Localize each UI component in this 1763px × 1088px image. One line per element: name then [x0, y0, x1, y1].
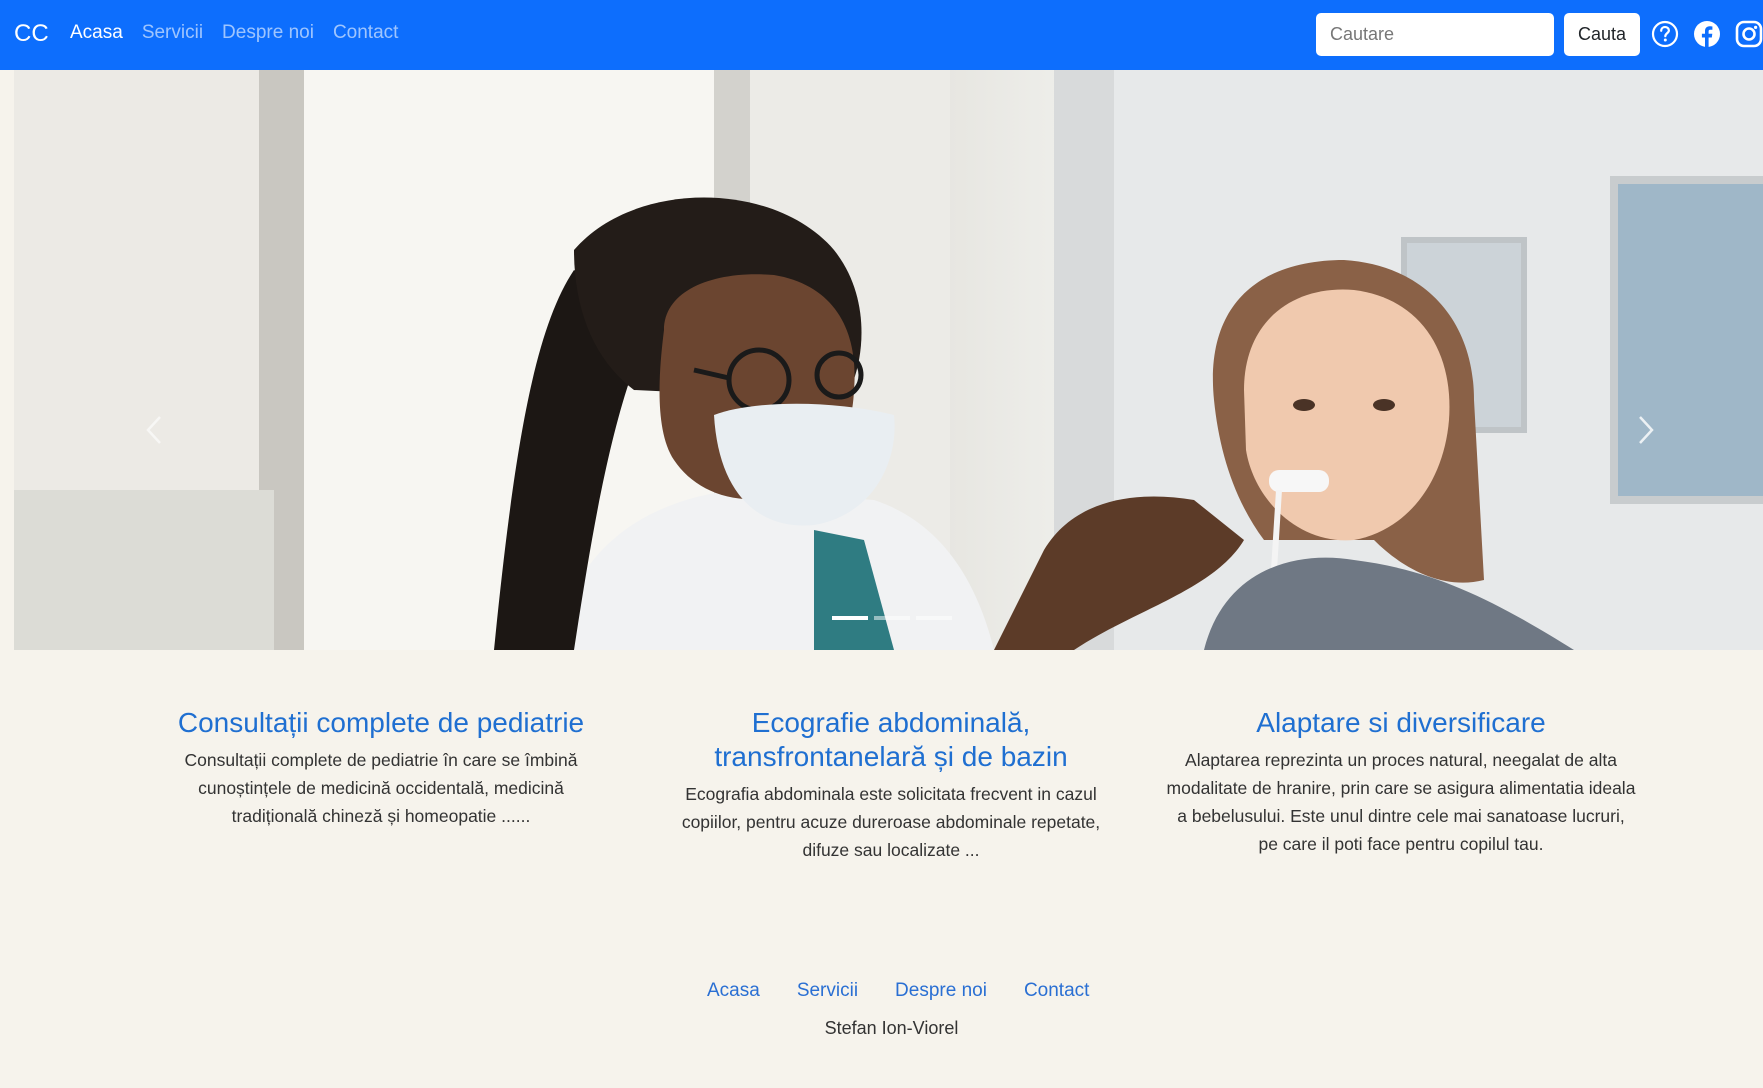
feature-alaptare: Alaptare si diversificare Alaptarea repr…: [1166, 706, 1636, 858]
hero-carousel: [14, 70, 1763, 650]
carousel-indicator-3[interactable]: [916, 616, 952, 620]
footer-links: Acasa Servicii Despre noi Contact: [707, 980, 1089, 1002]
hero-image: [14, 70, 1763, 650]
feature-title[interactable]: Consultații complete de pediatrie: [156, 706, 606, 740]
carousel-indicators: [832, 616, 952, 620]
feature-text: Consultații complete de pediatrie în car…: [184, 750, 578, 826]
footer-author: Stefan Ion-Viorel: [824, 1018, 959, 1038]
footer-link-servicii[interactable]: Servicii: [797, 980, 858, 1002]
search-button[interactable]: Cauta: [1564, 13, 1640, 56]
nav-link-acasa[interactable]: Acasa: [70, 22, 123, 44]
carousel-indicator-2[interactable]: [874, 616, 910, 620]
feature-title[interactable]: Alaptare si diversificare: [1166, 706, 1636, 740]
nav-link-servicii[interactable]: Servicii: [142, 22, 203, 44]
facebook-icon[interactable]: [1693, 20, 1721, 48]
instagram-icon[interactable]: [1735, 20, 1763, 48]
footer-link-despre-noi[interactable]: Despre noi: [895, 980, 987, 1002]
brand-logo[interactable]: CC: [14, 20, 49, 48]
feature-title[interactable]: Ecografie abdominală, transfrontanelară …: [658, 706, 1124, 774]
feature-text: Alaptarea reprezinta un proces natural, …: [1166, 750, 1636, 854]
feature-ecografie: Ecografie abdominală, transfrontanelară …: [658, 706, 1124, 864]
nav-links: Acasa Servicii Despre noi Contact: [70, 22, 398, 44]
question-circle-icon[interactable]: [1651, 20, 1679, 48]
nav-link-contact[interactable]: Contact: [333, 22, 398, 44]
carousel-prev-icon[interactable]: [134, 405, 174, 455]
feature-pediatrie: Consultații complete de pediatrie Consul…: [156, 706, 606, 830]
nav-link-despre-noi[interactable]: Despre noi: [222, 22, 314, 44]
search-input[interactable]: [1316, 13, 1554, 56]
carousel-indicator-1[interactable]: [832, 616, 868, 620]
carousel-next-icon[interactable]: [1626, 405, 1666, 455]
feature-text: Ecografia abdominala este solicitata fre…: [681, 784, 1101, 860]
footer-link-acasa[interactable]: Acasa: [707, 980, 760, 1002]
navbar: CC Acasa Servicii Despre noi Contact Cau…: [0, 0, 1763, 70]
footer-link-contact[interactable]: Contact: [1024, 980, 1089, 1002]
